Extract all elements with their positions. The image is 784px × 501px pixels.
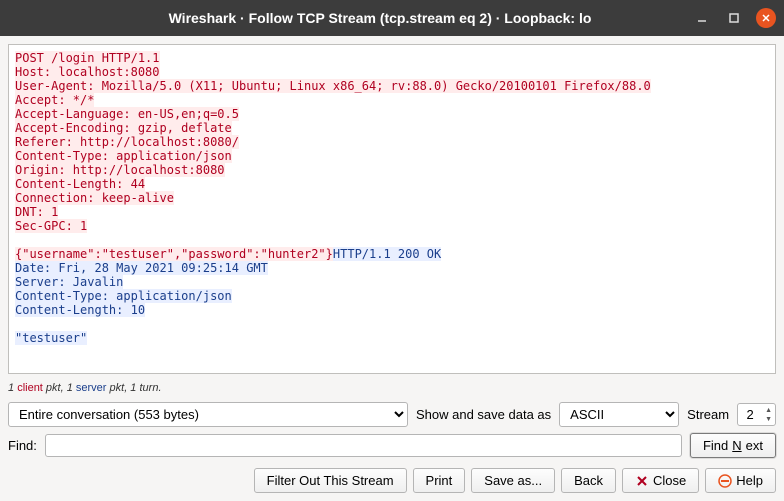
titlebar: Wireshark · Follow TCP Stream (tcp.strea… bbox=[0, 0, 784, 36]
response-text: HTTP/1.1 200 OK Date: Fri, 28 May 2021 0… bbox=[15, 247, 441, 345]
conversation-select[interactable]: Entire conversation (553 bytes) bbox=[8, 402, 408, 427]
stream-spinbox[interactable]: ▲ ▼ bbox=[737, 403, 776, 426]
window-title: Wireshark · Follow TCP Stream (tcp.strea… bbox=[68, 10, 692, 26]
show-save-label: Show and save data as bbox=[416, 407, 551, 422]
find-input[interactable] bbox=[45, 434, 682, 457]
tcp-stream-content[interactable]: POST /login HTTP/1.1 Host: localhost:808… bbox=[8, 44, 776, 374]
encoding-select[interactable]: ASCII bbox=[559, 402, 679, 427]
find-label: Find: bbox=[8, 438, 37, 453]
close-button[interactable]: Close bbox=[622, 468, 699, 493]
minimize-button[interactable] bbox=[692, 8, 712, 28]
help-icon bbox=[718, 474, 732, 488]
stream-label: Stream bbox=[687, 407, 729, 422]
request-text: POST /login HTTP/1.1 Host: localhost:808… bbox=[15, 51, 651, 261]
close-window-button[interactable] bbox=[756, 8, 776, 28]
find-next-button[interactable]: Find Next bbox=[690, 433, 776, 458]
save-as-button[interactable]: Save as... bbox=[471, 468, 555, 493]
stream-up-icon[interactable]: ▲ bbox=[762, 406, 775, 415]
maximize-button[interactable] bbox=[724, 8, 744, 28]
stream-number-input[interactable] bbox=[738, 404, 762, 425]
close-icon bbox=[635, 474, 649, 488]
help-button[interactable]: Help bbox=[705, 468, 776, 493]
stream-down-icon[interactable]: ▼ bbox=[762, 415, 775, 424]
print-button[interactable]: Print bbox=[413, 468, 466, 493]
packet-stats: 1 client pkt, 1 server pkt, 1 turn. bbox=[8, 380, 776, 396]
filter-out-button[interactable]: Filter Out This Stream bbox=[254, 468, 407, 493]
back-button[interactable]: Back bbox=[561, 468, 616, 493]
